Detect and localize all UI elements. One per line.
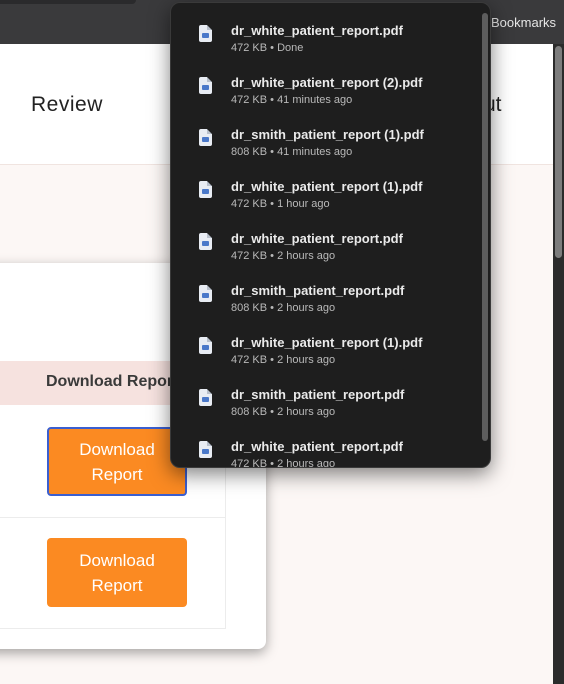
download-meta: 808 KB • 2 hours ago (231, 406, 336, 418)
download-item[interactable]: dr_smith_patient_report.pdf 808 KB • 2 h… (171, 283, 481, 335)
download-item[interactable]: dr_smith_patient_report.pdf 808 KB • 2 h… (171, 387, 481, 439)
download-item[interactable]: dr_white_patient_report (1).pdf 472 KB •… (171, 335, 481, 387)
download-meta: 472 KB • 2 hours ago (231, 458, 336, 468)
download-report-button[interactable]: Download Report (47, 427, 187, 496)
download-file-name: dr_white_patient_report.pdf (231, 231, 403, 246)
download-item[interactable]: dr_white_patient_report.pdf 472 KB • 2 h… (171, 439, 481, 468)
pdf-file-icon (199, 25, 212, 42)
downloads-panel: dr_white_patient_report.pdf 472 KB • Don… (170, 2, 491, 468)
download-meta: 472 KB • 2 hours ago (231, 354, 336, 366)
download-file-name: dr_white_patient_report.pdf (231, 23, 403, 38)
nav-link-review[interactable]: Review (31, 93, 103, 117)
download-item[interactable]: dr_white_patient_report.pdf 472 KB • 2 h… (171, 231, 481, 283)
row-divider (0, 628, 226, 629)
pdf-file-icon (199, 129, 212, 146)
page-scrollbar[interactable] (553, 44, 564, 684)
pdf-file-icon (199, 337, 212, 354)
browser-tab-edge (0, 0, 136, 4)
download-item[interactable]: dr_white_patient_report (1).pdf 472 KB •… (171, 179, 481, 231)
pdf-file-icon (199, 285, 212, 302)
download-file-name: dr_smith_patient_report (1).pdf (231, 127, 424, 142)
pdf-file-icon (199, 181, 212, 198)
download-meta: 472 KB • 41 minutes ago (231, 94, 353, 106)
download-meta: 472 KB • 1 hour ago (231, 198, 330, 210)
download-item[interactable]: dr_smith_patient_report (1).pdf 808 KB •… (171, 127, 481, 179)
pdf-file-icon (199, 441, 212, 458)
download-report-button[interactable]: Download Report (47, 538, 187, 607)
download-meta: 808 KB • 41 minutes ago (231, 146, 353, 158)
download-meta: 472 KB • 2 hours ago (231, 250, 336, 262)
page-scrollbar-thumb[interactable] (555, 46, 562, 258)
download-file-name: dr_smith_patient_report.pdf (231, 387, 405, 402)
download-file-name: dr_white_patient_report (1).pdf (231, 179, 423, 194)
download-report-button-label: Download Report (79, 439, 155, 484)
downloads-scrollbar[interactable] (482, 13, 488, 441)
download-file-name: dr_white_patient_report (2).pdf (231, 75, 423, 90)
download-report-column-header: Download Report (46, 373, 179, 390)
download-report-button-label: Download Report (79, 550, 155, 595)
download-file-name: dr_white_patient_report.pdf (231, 439, 403, 454)
download-file-name: dr_white_patient_report (1).pdf (231, 335, 423, 350)
pdf-file-icon (199, 77, 212, 94)
download-item[interactable]: dr_white_patient_report.pdf 472 KB • Don… (171, 23, 481, 75)
download-item[interactable]: dr_white_patient_report (2).pdf 472 KB •… (171, 75, 481, 127)
pdf-file-icon (199, 389, 212, 406)
download-meta: 808 KB • 2 hours ago (231, 302, 336, 314)
pdf-file-icon (199, 233, 212, 250)
download-meta: 472 KB • Done (231, 42, 304, 54)
row-divider (0, 517, 226, 518)
bookmarks-bar-label[interactable]: Bookmarks (491, 15, 556, 30)
download-file-name: dr_smith_patient_report.pdf (231, 283, 405, 298)
